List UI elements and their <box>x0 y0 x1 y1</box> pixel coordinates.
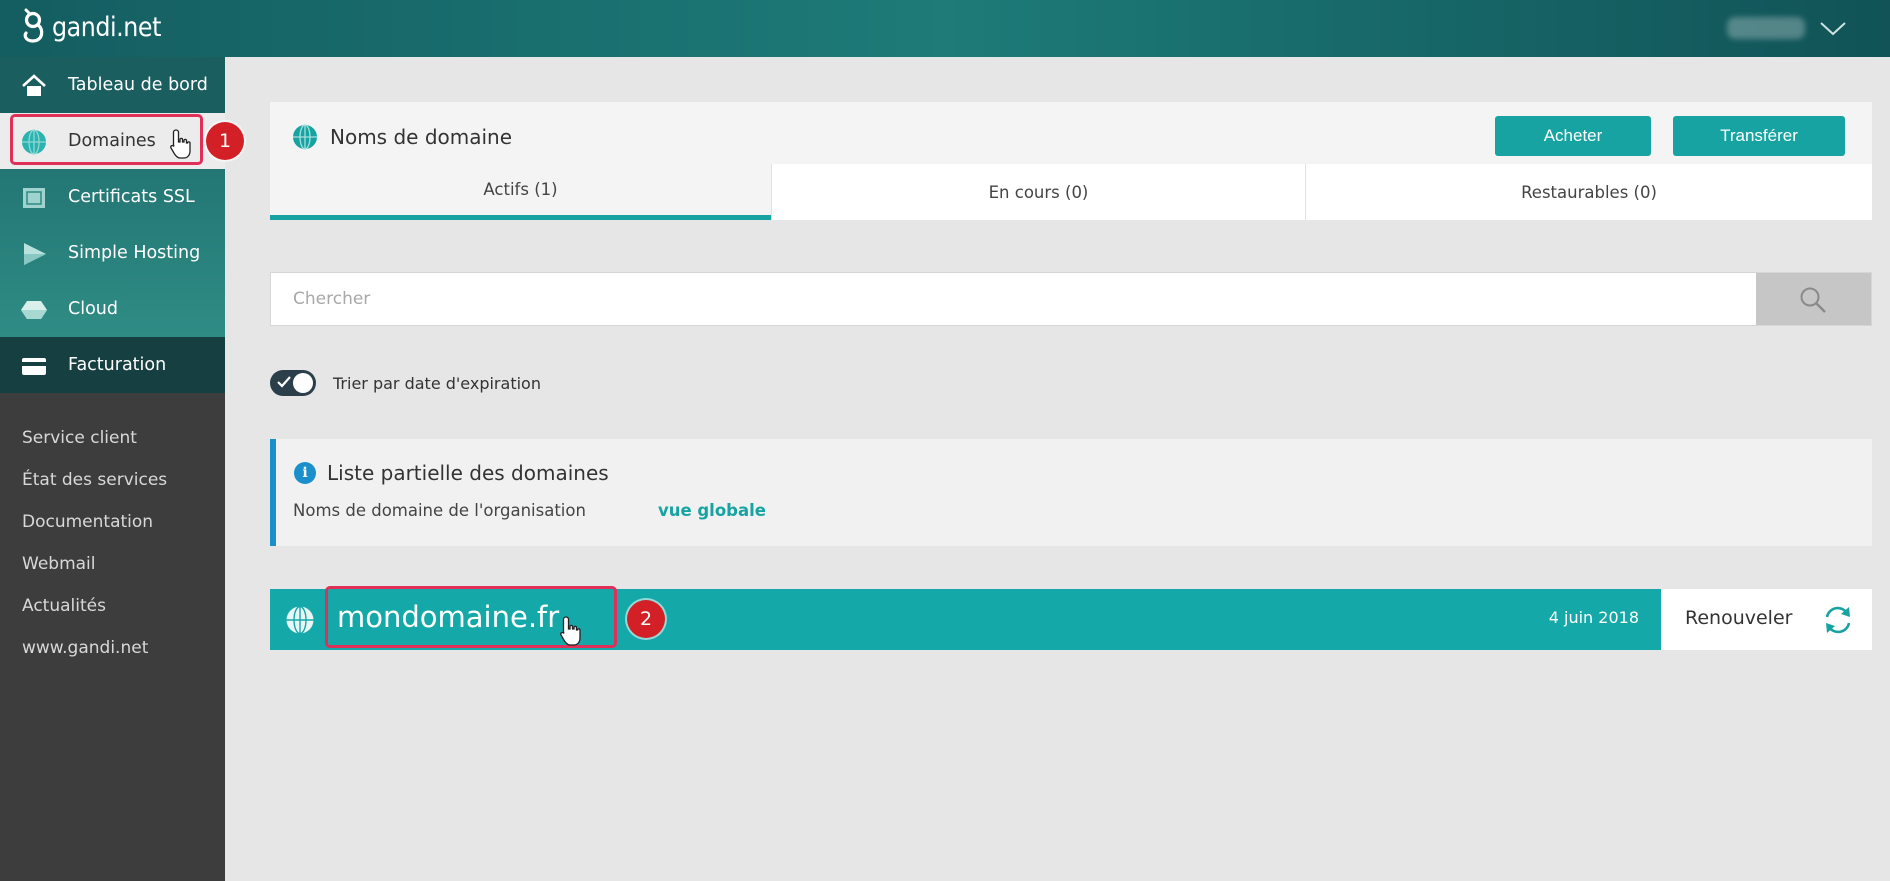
top-bar: gandi.net <box>0 0 1890 57</box>
domain-row: mondomaine.fr 4 juin 2018 2 Renouveler <box>270 586 1872 650</box>
notice-title-text: Liste partielle des domaines <box>327 461 609 485</box>
sidebar-link-website[interactable]: www.gandi.net <box>0 627 225 669</box>
sort-by-expiry-toggle[interactable] <box>270 370 316 396</box>
notice-body-text: Noms de domaine de l'organisation <box>293 501 586 520</box>
buy-button[interactable]: Acheter <box>1495 116 1651 156</box>
chevron-down-icon[interactable] <box>1818 17 1848 39</box>
search-button[interactable] <box>1756 273 1871 325</box>
sidebar-item-ssl[interactable]: Certificats SSL <box>0 169 225 225</box>
sidebar-item-cloud[interactable]: Cloud <box>0 281 225 337</box>
renew-button[interactable]: Renouveler <box>1661 589 1872 650</box>
gandi-logo[interactable]: gandi.net <box>20 8 176 46</box>
sidebar-item-label: Cloud <box>68 299 118 319</box>
gandi-logo-icon <box>23 8 44 43</box>
globe-icon <box>22 129 46 155</box>
tab-active[interactable]: Actifs (1) <box>270 164 771 220</box>
domains-panel-header: Noms de domaine Acheter Transférer Actif… <box>270 102 1872 220</box>
sidebar-item-label: Domaines <box>68 131 156 151</box>
info-icon: i <box>294 462 316 484</box>
sidebar-item-label: Tableau de bord <box>68 75 208 95</box>
globe-icon <box>286 605 314 635</box>
domain-expiry-date: 4 juin 2018 <box>1548 608 1639 627</box>
step-badge-2: 2 <box>627 600 665 638</box>
search-icon <box>1800 287 1826 313</box>
renew-label: Renouveler <box>1685 607 1793 629</box>
cube-icon <box>21 301 47 319</box>
partial-list-notice: i Liste partielle des domaines Noms de d… <box>270 439 1872 546</box>
domain-item[interactable]: mondomaine.fr 4 juin 2018 2 <box>270 586 1661 650</box>
sidebar-link-status[interactable]: État des services <box>0 459 225 501</box>
sidebar-link-documentation[interactable]: Documentation <box>0 501 225 543</box>
sidebar-item-domains[interactable]: Domaines 1 <box>0 113 244 169</box>
main-content: Noms de domaine Acheter Transférer Actif… <box>225 57 1890 881</box>
sidebar-item-label: Simple Hosting <box>68 243 201 263</box>
sidebar-link-news[interactable]: Actualités <box>0 585 225 627</box>
sidebar-products-group: Domaines 1 Certificats SSL Simple Hostin… <box>0 113 244 337</box>
card-icon <box>22 358 46 375</box>
sidebar-secondary-links: Service client État des services Documen… <box>0 393 225 669</box>
global-view-link[interactable]: vue globale <box>658 501 766 520</box>
search-input[interactable] <box>271 273 1756 325</box>
refresh-icon <box>1825 606 1851 634</box>
transfer-button[interactable]: Transférer <box>1673 116 1845 156</box>
domain-tabs: Actifs (1) En cours (0) Restaurables (0) <box>270 164 1872 220</box>
sidebar-item-dashboard[interactable]: Tableau de bord <box>0 57 225 113</box>
tab-restorable[interactable]: Restaurables (0) <box>1305 164 1872 220</box>
notice-body: Noms de domaine de l'organisation vue gl… <box>293 501 766 520</box>
sidebar-item-billing[interactable]: Facturation <box>0 337 225 393</box>
user-name-blurred[interactable] <box>1727 17 1805 39</box>
sidebar-link-support[interactable]: Service client <box>0 417 225 459</box>
sidebar-item-simple-hosting[interactable]: Simple Hosting <box>0 225 225 281</box>
page-title-text: Noms de domaine <box>330 125 513 149</box>
toggle-knob <box>293 373 313 393</box>
sort-toggle-row: Trier par date d'expiration <box>270 370 541 396</box>
home-icon <box>22 74 46 96</box>
sidebar-link-webmail[interactable]: Webmail <box>0 543 225 585</box>
sidebar-item-label: Certificats SSL <box>68 187 195 207</box>
page-title: Noms de domaine <box>292 124 512 150</box>
hand-cursor-icon <box>170 129 191 159</box>
hand-cursor-icon <box>560 616 581 646</box>
globe-icon <box>293 124 317 150</box>
search-bar <box>270 272 1872 326</box>
certificate-icon <box>23 188 45 208</box>
sort-toggle-label: Trier par date d'expiration <box>333 373 541 393</box>
logo-text: gandi.net <box>52 11 161 43</box>
sidebar-item-label: Facturation <box>68 355 167 375</box>
check-icon <box>277 376 291 388</box>
tab-pending[interactable]: En cours (0) <box>771 164 1305 220</box>
play-icon <box>24 243 46 265</box>
notice-title: i Liste partielle des domaines <box>294 461 609 485</box>
sidebar: Tableau de bord Domaines 1 Certificats S… <box>0 57 244 881</box>
